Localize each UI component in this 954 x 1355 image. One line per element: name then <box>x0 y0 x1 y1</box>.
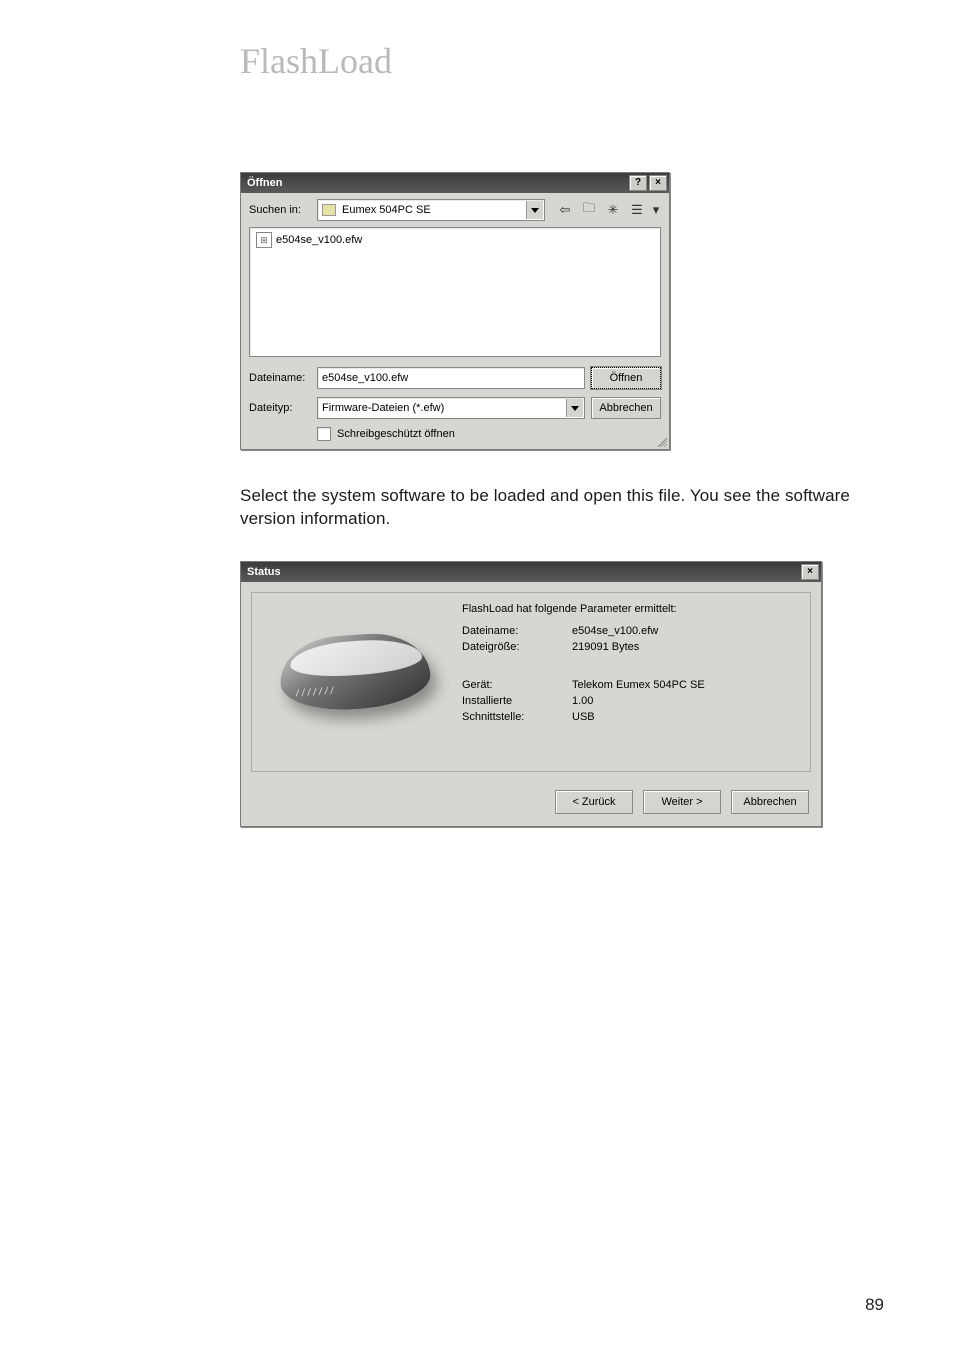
document-page: FlashLoad Öffnen ? × Suchen in: Eumex 50… <box>0 0 954 1355</box>
filetype-row: Dateityp: Firmware-Dateien (*.efw) Abbre… <box>249 397 661 419</box>
cancel-button[interactable]: Abbrechen <box>591 397 661 419</box>
search-in-value: Eumex 504PC SE <box>342 204 522 216</box>
status-row-interface: Schnittstelle: USB <box>462 711 800 723</box>
status-dialog: Status × /////// FlashLoad hat folgende … <box>240 561 822 827</box>
page-title: FlashLoad <box>240 40 884 82</box>
status-label: Gerät: <box>462 679 572 691</box>
back-icon[interactable]: ⇦ <box>555 200 575 220</box>
page-number: 89 <box>865 1295 884 1315</box>
open-button[interactable]: Öffnen <box>591 367 661 389</box>
status-label: Dateigröße: <box>462 641 572 653</box>
dialog-title: Status <box>247 566 799 578</box>
file-list-area[interactable]: ⊞ e504se_v100.efw <box>249 227 661 357</box>
status-label: Dateiname: <box>462 625 572 637</box>
dialog-titlebar: Status × <box>241 562 821 582</box>
filetype-label: Dateityp: <box>249 402 311 414</box>
body-text: Select the system software to be loaded … <box>240 485 880 531</box>
new-folder-icon[interactable]: ✳ <box>603 200 623 220</box>
filename-label: Dateiname: <box>249 372 311 384</box>
nav-icon-bar: ⇦ 🗀 ✳ ☰ ▾ <box>555 200 661 220</box>
status-body: /////// FlashLoad hat folgende Parameter… <box>251 592 811 772</box>
dialog-titlebar: Öffnen ? × <box>241 173 669 193</box>
status-heading: FlashLoad hat folgende Parameter ermitte… <box>462 603 800 615</box>
filename-row: Dateiname: e504se_v100.efw Öffnen <box>249 367 661 389</box>
up-one-level-icon[interactable]: 🗀 <box>579 200 599 220</box>
readonly-row: Schreibgeschützt öffnen <box>317 427 661 441</box>
views-icon[interactable]: ☰ <box>627 200 647 220</box>
status-row-filename: Dateiname: e504se_v100.efw <box>462 625 800 637</box>
status-value: 1.00 <box>572 695 593 707</box>
search-in-dropdown[interactable]: Eumex 504PC SE <box>317 199 545 221</box>
help-button[interactable]: ? <box>629 175 647 191</box>
search-in-label: Suchen in: <box>249 204 311 216</box>
file-icon: ⊞ <box>256 232 272 248</box>
filename-value: e504se_v100.efw <box>322 372 408 384</box>
status-label: Installierte <box>462 695 572 707</box>
filetype-dropdown[interactable]: Firmware-Dateien (*.efw) <box>317 397 585 419</box>
readonly-checkbox[interactable] <box>317 427 331 441</box>
filename-input[interactable]: e504se_v100.efw <box>317 367 585 389</box>
status-parameter-table: FlashLoad hat folgende Parameter ermitte… <box>462 603 800 761</box>
next-button[interactable]: Weiter > <box>643 790 721 814</box>
cancel-button[interactable]: Abbrechen <box>731 790 809 814</box>
resize-grip-icon[interactable] <box>655 435 667 447</box>
device-image: /////// <box>262 603 442 733</box>
back-button[interactable]: < Zurück <box>555 790 633 814</box>
dropdown-arrow-icon <box>526 201 543 219</box>
close-button[interactable]: × <box>649 175 667 191</box>
status-value: 219091 Bytes <box>572 641 639 653</box>
dialog-bottom-section: Dateiname: e504se_v100.efw Öffnen Dateit… <box>241 357 669 449</box>
dialog-title: Öffnen <box>247 177 627 189</box>
open-file-dialog: Öffnen ? × Suchen in: Eumex 504PC SE ⇦ 🗀… <box>240 172 670 450</box>
file-list-item[interactable]: ⊞ e504se_v100.efw <box>256 232 362 248</box>
status-value: e504se_v100.efw <box>572 625 658 637</box>
status-row-filesize: Dateigröße: 219091 Bytes <box>462 641 800 653</box>
status-row-installed: Installierte 1.00 <box>462 695 800 707</box>
dropdown-arrow-icon <box>566 399 583 417</box>
status-row-device: Gerät: Telekom Eumex 504PC SE <box>462 679 800 691</box>
folder-icon <box>322 204 336 216</box>
status-action-bar: < Zurück Weiter > Abbrechen <box>241 782 821 826</box>
views-dropdown-icon[interactable]: ▾ <box>651 200 661 220</box>
search-in-row: Suchen in: Eumex 504PC SE ⇦ 🗀 ✳ ☰ ▾ <box>241 193 669 227</box>
close-button[interactable]: × <box>801 564 819 580</box>
status-value: Telekom Eumex 504PC SE <box>572 679 705 691</box>
readonly-label: Schreibgeschützt öffnen <box>337 428 455 440</box>
status-value: USB <box>572 711 595 723</box>
status-label: Schnittstelle: <box>462 711 572 723</box>
file-item-label: e504se_v100.efw <box>276 234 362 246</box>
filetype-value: Firmware-Dateien (*.efw) <box>322 402 562 414</box>
